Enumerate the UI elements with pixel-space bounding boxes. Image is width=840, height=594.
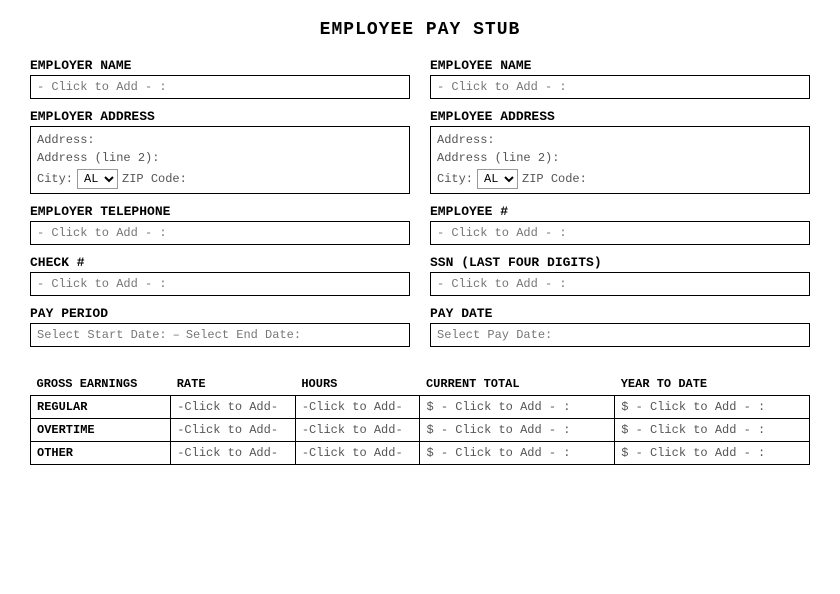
employer-address-box: Address: Address (line 2): City: ALAKAZA… [30,126,410,194]
employee-num-label: EMPLOYEE # [430,204,810,219]
employer-address-line1: Address: [37,131,403,149]
earnings-rate-2[interactable]: -Click to Add- [171,442,296,465]
employee-state-select[interactable]: ALAKAZARCA COCTDEFLGA HIIDILINIA KSKYLAM… [477,169,518,189]
employer-zip-label: ZIP Code: [122,172,187,186]
earnings-hours-2[interactable]: -Click to Add- [295,442,420,465]
col-header-gross: GROSS EARNINGS [31,373,171,396]
earnings-section: GROSS EARNINGS RATE HOURS CURRENT TOTAL … [30,373,810,465]
pay-period-group: PAY PERIOD Select Start Date: – Select E… [30,306,410,347]
employee-num-group: EMPLOYEE # [430,204,810,245]
earnings-ytd-0[interactable]: $ - Click to Add - : [615,396,810,419]
earnings-table: GROSS EARNINGS RATE HOURS CURRENT TOTAL … [30,373,810,465]
pay-period-start-label: Select Start Date: [37,328,167,342]
employee-address-label: EMPLOYEE ADDRESS [430,109,810,124]
employee-address-box: Address: Address (line 2): City: ALAKAZA… [430,126,810,194]
employer-tel-group: EMPLOYER TELEPHONE [30,204,410,245]
pay-period-box[interactable]: Select Start Date: – Select End Date: [30,323,410,347]
pay-date-placeholder: Select Pay Date: [437,328,552,342]
ssn-input[interactable] [430,272,810,296]
employer-name-group: EMPLOYER NAME [30,58,410,99]
check-num-input[interactable] [30,272,410,296]
employer-address-line2: Address (line 2): [37,149,403,167]
check-num-label: CHECK # [30,255,410,270]
earnings-label-1: OVERTIME [31,419,171,442]
employer-tel-input[interactable] [30,221,410,245]
col-header-ytd: YEAR TO DATE [615,373,810,396]
employer-city-label: City: [37,172,73,186]
employee-name-group: EMPLOYEE NAME [430,58,810,99]
earnings-rate-1[interactable]: -Click to Add- [171,419,296,442]
page-title: EMPLOYEE PAY STUB [30,20,810,40]
ssn-label: SSN (LAST FOUR DIGITS) [430,255,810,270]
earnings-ytd-1[interactable]: $ - Click to Add - : [615,419,810,442]
employer-state-select[interactable]: ALAKAZARCA COCTDEFLGA HIIDILINIA KSKYLAM… [77,169,118,189]
employee-name-input[interactable] [430,75,810,99]
pay-date-group: PAY DATE Select Pay Date: [430,306,810,347]
ssn-group: SSN (LAST FOUR DIGITS) [430,255,810,296]
col-header-current: CURRENT TOTAL [420,373,615,396]
employee-address-line1: Address: [437,131,803,149]
employer-tel-label: EMPLOYER TELEPHONE [30,204,410,219]
employee-address-line2: Address (line 2): [437,149,803,167]
earnings-hours-1[interactable]: -Click to Add- [295,419,420,442]
earnings-rate-0[interactable]: -Click to Add- [171,396,296,419]
earnings-label-0: REGULAR [31,396,171,419]
pay-period-label: PAY PERIOD [30,306,410,321]
employee-num-input[interactable] [430,221,810,245]
employee-zip-label: ZIP Code: [522,172,587,186]
employer-name-input[interactable] [30,75,410,99]
employee-name-label: EMPLOYEE NAME [430,58,810,73]
pay-date-box[interactable]: Select Pay Date: [430,323,810,347]
table-row: OVERTIME-Click to Add--Click to Add-$ - … [31,419,810,442]
employee-address-group: EMPLOYEE ADDRESS Address: Address (line … [430,109,810,194]
employer-address-label: EMPLOYER ADDRESS [30,109,410,124]
pay-date-label: PAY DATE [430,306,810,321]
earnings-current-2[interactable]: $ - Click to Add - : [420,442,615,465]
table-row: OTHER-Click to Add--Click to Add-$ - Cli… [31,442,810,465]
employer-address-group: EMPLOYER ADDRESS Address: Address (line … [30,109,410,194]
earnings-ytd-2[interactable]: $ - Click to Add - : [615,442,810,465]
employee-city-label: City: [437,172,473,186]
table-row: REGULAR-Click to Add--Click to Add-$ - C… [31,396,810,419]
check-num-group: CHECK # [30,255,410,296]
earnings-label-2: OTHER [31,442,171,465]
pay-period-dash: – [173,328,180,342]
col-header-rate: RATE [171,373,296,396]
employer-name-label: EMPLOYER NAME [30,58,410,73]
col-header-hours: HOURS [295,373,420,396]
earnings-hours-0[interactable]: -Click to Add- [295,396,420,419]
earnings-current-1[interactable]: $ - Click to Add - : [420,419,615,442]
earnings-current-0[interactable]: $ - Click to Add - : [420,396,615,419]
pay-period-end-label: Select End Date: [186,328,301,342]
